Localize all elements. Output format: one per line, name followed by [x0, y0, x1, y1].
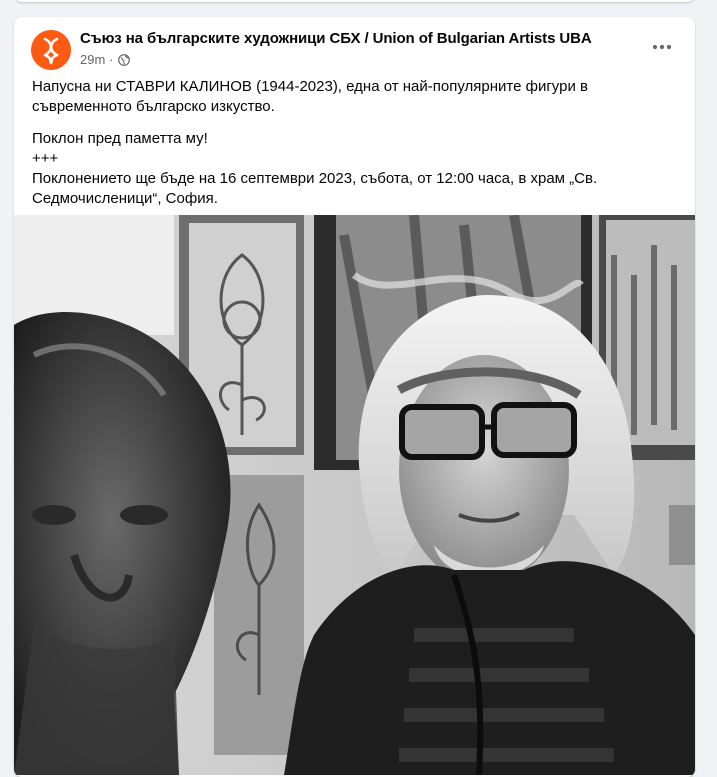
globe-icon[interactable]: [117, 53, 130, 66]
post-paragraph: Поклон пред паметта му!: [32, 130, 208, 147]
post-paragraph: Напусна ни СТАВРИ КАЛИНОВ (1944-2023), е…: [32, 78, 588, 115]
post-paragraph: Поклонението ще бъде на 16 септември 202…: [32, 170, 598, 207]
more-options-icon[interactable]: [647, 35, 677, 59]
post-meta: 29m ·: [80, 52, 130, 67]
post-header: Съюз на българските художници СБХ / Unio…: [14, 17, 695, 77]
previous-post-card: [14, 0, 695, 2]
page-avatar[interactable]: [31, 30, 71, 70]
page-name-link[interactable]: Съюз на българските художници СБХ / Unio…: [80, 30, 592, 47]
post-message: Напусна ни СТАВРИ КАЛИНОВ (1944-2023), е…: [14, 77, 695, 209]
feed-post: Съюз на българските художници СБХ / Unio…: [14, 17, 695, 777]
meta-separator: ·: [109, 52, 114, 67]
post-timestamp[interactable]: 29m: [80, 52, 105, 67]
post-paragraph: +++: [32, 150, 59, 167]
post-photo[interactable]: [14, 215, 695, 775]
portrait-photo-image: [14, 215, 695, 775]
uba-logo-icon: [31, 30, 71, 70]
